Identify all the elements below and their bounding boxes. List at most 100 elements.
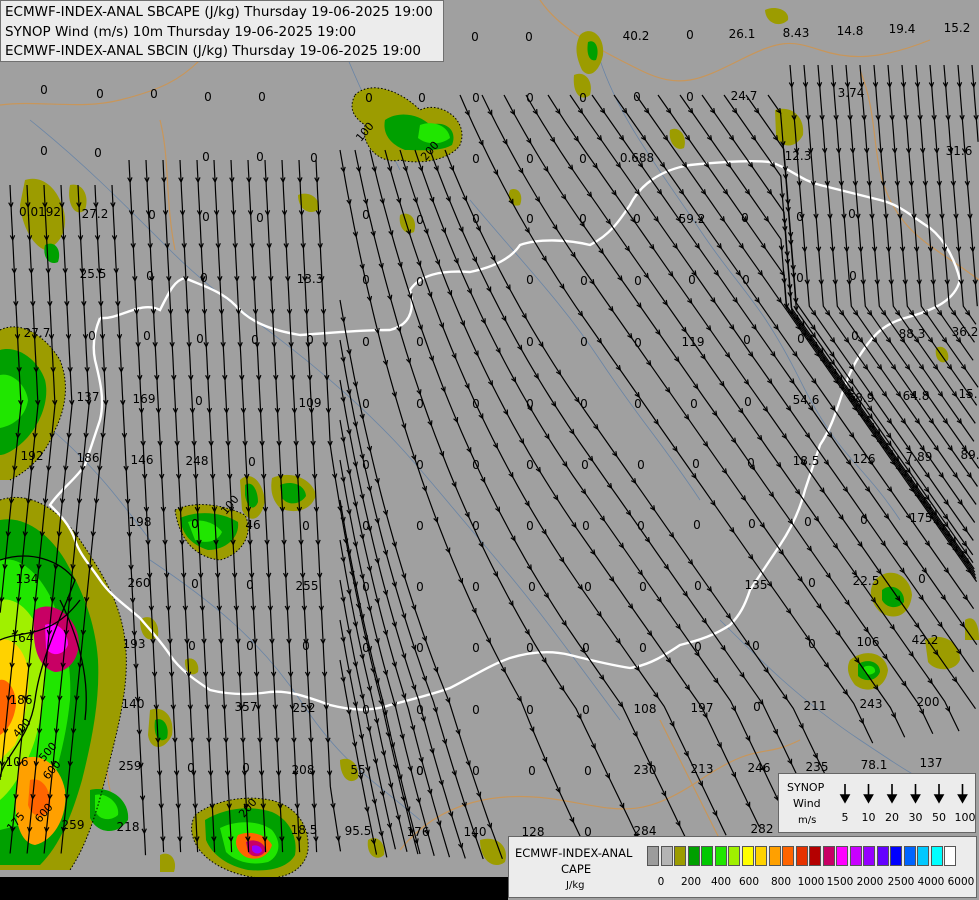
cape-tick-label: 800 (770, 876, 792, 888)
grid-value-label: 0 (694, 579, 702, 593)
grid-value-label: 0 (416, 580, 424, 594)
grid-value-label: 0 (365, 91, 373, 105)
grid-value-label: 0 (525, 30, 533, 44)
grid-value-label: 0 (528, 764, 536, 778)
wind-legend-value: 100 (954, 811, 976, 824)
grid-value-label: 0 (195, 394, 203, 408)
grid-value-label: 0 (582, 519, 590, 533)
grid-value-label: 0 (634, 274, 642, 288)
grid-value-label: 0 (639, 580, 647, 594)
cape-color-swatch (714, 846, 727, 866)
grid-value-label: 0 (416, 335, 424, 349)
grid-value-label: 282 (750, 822, 774, 836)
grid-value-label: 0 (692, 457, 700, 471)
grid-value-label: 164 (10, 631, 34, 645)
grid-value-label: 0 (187, 761, 195, 775)
grid-value-label: 0 (416, 641, 424, 655)
cape-legend-subtitle: CAPE (561, 862, 592, 876)
grid-value-label: 0 (918, 572, 926, 586)
grid-value-label: 0 (743, 333, 751, 347)
bottom-strip (0, 877, 508, 900)
grid-value-label: 169 (132, 392, 156, 406)
grid-value-label: 192 (20, 449, 44, 463)
grid-value-label: 36.2 (951, 325, 979, 339)
grid-value-label: 0 (526, 641, 534, 655)
wind-legend: SYNOP Wind m/s 5 10 20 30 50 100 (778, 773, 976, 833)
grid-value-label: 0 (416, 519, 424, 533)
grid-value-label: 64.8 (902, 389, 930, 403)
grid-value-label: 0 (242, 761, 250, 775)
grid-value-label: 26.1 (728, 27, 756, 41)
grid-value-label: 0 (526, 335, 534, 349)
grid-value-label: 0 (849, 269, 857, 283)
wind-arrowhead (839, 794, 851, 804)
grid-value-label: 0 (579, 91, 587, 105)
grid-value-label: 12.3 (784, 149, 812, 163)
grid-value-label: 0 (634, 397, 642, 411)
grid-value-label: 25.5 (79, 267, 107, 281)
grid-value-label: 0 (748, 517, 756, 531)
wind-legend-value: 50 (932, 811, 946, 824)
grid-value-label: 0 (416, 275, 424, 289)
grid-value-label: 0 (362, 397, 370, 411)
cape-color-swatch (768, 846, 781, 866)
grid-value-label: 260 (127, 576, 151, 590)
grid-value-label: 0 (634, 336, 642, 350)
grid-value-label: 22.5 (852, 574, 880, 588)
grid-value-label: 186 (76, 451, 100, 465)
cape-color-swatch (674, 846, 686, 866)
grid-value-label: 126 (852, 452, 876, 466)
grid-value-label: 0 (416, 458, 424, 472)
grid-value-label: 7.89 (905, 450, 933, 464)
grid-value-label: 0 (639, 641, 647, 655)
cape-color-swatch (890, 846, 902, 866)
weather-map[interactable]: 0 0 0 0 0 0 0 0 0 0 0.0192 27.2 0 0 0 25.5 0 0 13.3 27.7 0 0 0… (0, 0, 979, 900)
grid-value-label: 0 (851, 329, 859, 343)
grid-value-label: 15. (958, 387, 978, 401)
cape-color-swatch (903, 846, 916, 866)
grid-value-label: 0 (804, 515, 812, 529)
grid-value-label: 0 (471, 30, 479, 44)
cape-tick-label: 1000 (797, 876, 825, 888)
grid-value-label: 134 (15, 572, 39, 586)
grid-value-label: 0 (246, 639, 254, 653)
grid-value-label: 230 (633, 763, 657, 777)
grid-value-label: 0 (256, 211, 264, 225)
grid-value-label: 0 (256, 150, 264, 164)
grid-value-label: 248 (185, 454, 209, 468)
grid-value-label: 0 (633, 90, 641, 104)
grid-value-label: 0 (741, 211, 749, 225)
grid-value-label: 89. (960, 448, 979, 462)
grid-value-label: 259 (61, 818, 85, 832)
grid-value-label: 137 (76, 390, 100, 404)
grid-value-label: 0 (580, 397, 588, 411)
grid-value-label: 0 (472, 703, 480, 717)
cape-tick-label: 200 (680, 876, 702, 888)
grid-value-label: 108 (633, 702, 657, 716)
grid-value-label: 0 (580, 274, 588, 288)
grid-value-label: 0 (362, 335, 370, 349)
cape-color-swatch (836, 846, 848, 866)
grid-value-label: 0 (688, 273, 696, 287)
grid-value-label: 88.3 (898, 327, 926, 341)
cape-color-swatch (876, 846, 889, 866)
cape-legend: ECMWF-INDEX-ANAL CAPE J/kg 0 200 400 600 800… (508, 836, 977, 898)
grid-value-label: 106 (5, 755, 29, 769)
grid-value-label: 255 (295, 579, 319, 593)
cape-color-swatch (741, 846, 754, 866)
grid-value-label: 0 (472, 212, 480, 226)
grid-value-label: 109 (298, 396, 322, 410)
wind-arrows (839, 784, 968, 804)
grid-value-label: 0 (202, 210, 210, 224)
grid-value-label: 0 (581, 458, 589, 472)
grid-value-label: 0 (188, 639, 196, 653)
grid-value-label: 243 (859, 697, 883, 711)
cape-color-swatch (863, 846, 875, 866)
grid-value-label: 0 (526, 273, 534, 287)
grid-value-label: 146 (130, 453, 154, 467)
map-layers (0, 0, 979, 900)
wind-arrowhead (910, 794, 921, 804)
grid-value-label: 0 (146, 269, 154, 283)
grid-value-label: 0 (472, 764, 480, 778)
grid-value-label: 0 (416, 703, 424, 717)
